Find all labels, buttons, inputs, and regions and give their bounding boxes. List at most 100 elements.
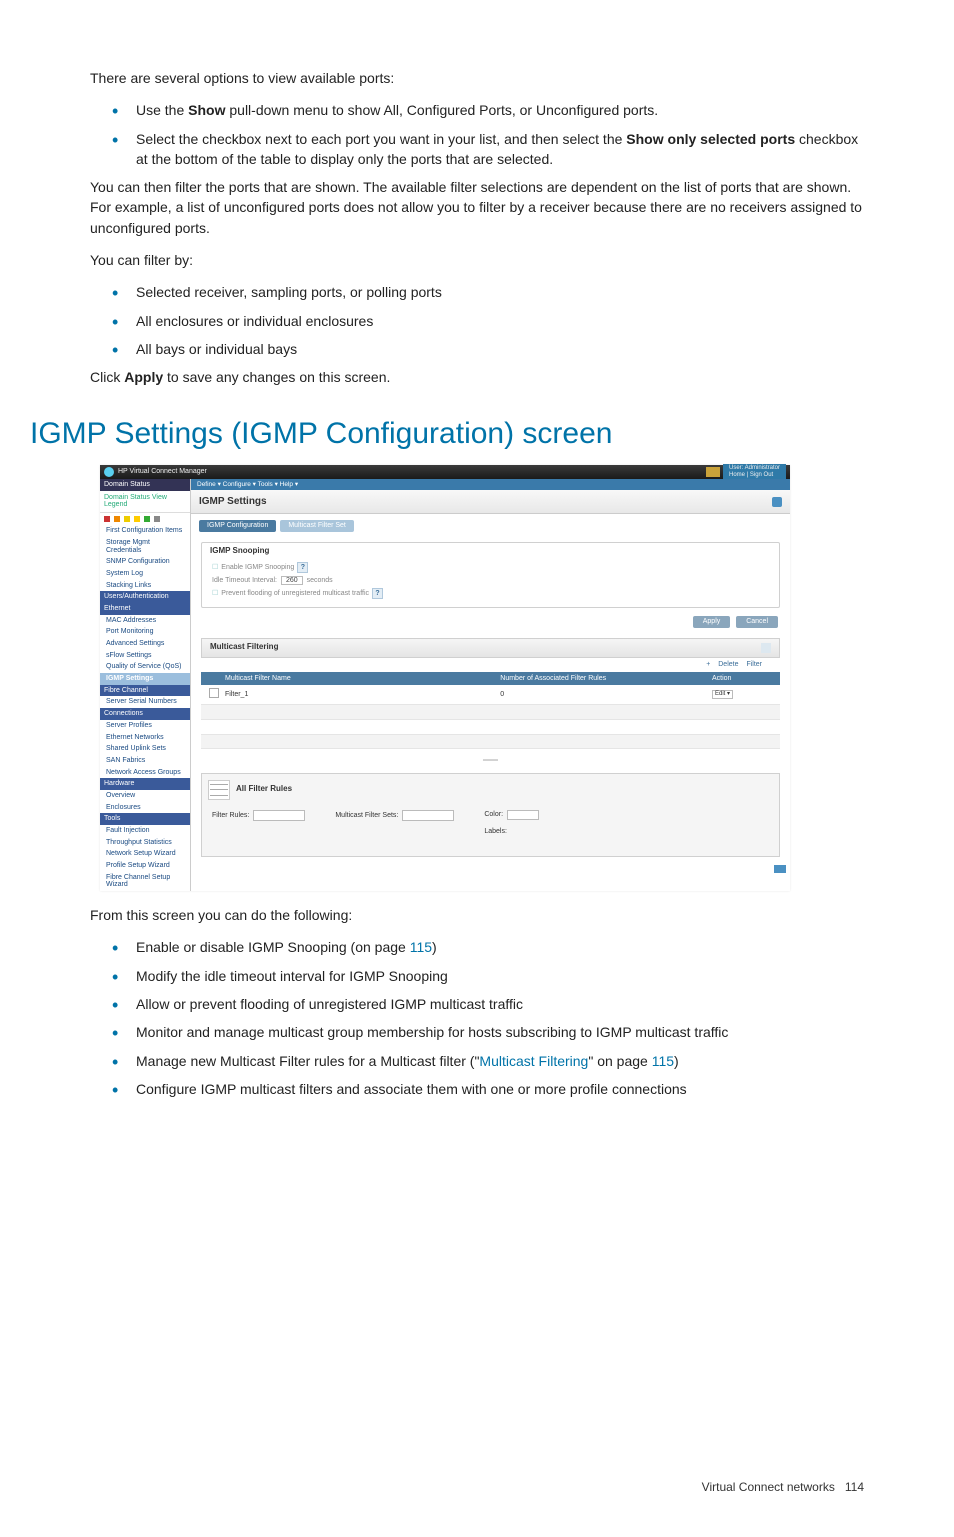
sidebar-item[interactable]: Ethernet Networks [100,732,190,744]
intro-paragraph-2: You can then filter the ports that are s… [90,177,864,238]
table-row[interactable]: Filter_1 0 Edit ▾ [201,685,780,705]
list-item: Select the checkbox next to each port yo… [130,129,864,170]
tabs: IGMP Configuration Multicast Filter Set [191,514,790,538]
cancel-button[interactable]: Cancel [736,616,778,628]
page-link[interactable]: 115 [652,1053,674,1069]
minor-icon [124,516,130,522]
sidebar-item[interactable]: Advanced Settings [100,638,190,650]
filter-bullets: Selected receiver, sampling ports, or po… [90,282,864,359]
sidebar-domain-status-row[interactable]: Domain Status View Legend [100,491,190,513]
sidebar-item[interactable]: Fault Injection [100,825,190,837]
apply-button[interactable]: Apply [693,616,731,628]
multicast-filter-sets-box [402,810,454,821]
list-item: Use the Show pull-down menu to show All,… [130,100,864,120]
sidebar-item[interactable]: Enclosures [100,802,190,814]
idle-timeout-input[interactable]: 260 [281,576,303,586]
sidebar: Domain Status Domain Status View Legend … [100,479,191,891]
major-icon [114,516,120,522]
tab-multicast-filter-set[interactable]: Multicast Filter Set [280,520,354,532]
table-row [201,735,780,750]
warning-icon [134,516,140,522]
sidebar-item[interactable]: Overview [100,790,190,802]
sidebar-item[interactable]: Profile Setup Wizard [100,860,190,872]
igmp-snooping-panel: IGMP Snooping Enable IGMP Snooping? Idle… [201,542,780,608]
info-icon[interactable]: ? [297,562,308,573]
page-title: IGMP Settings [191,490,790,514]
sidebar-item[interactable]: Server Profiles [100,720,190,732]
sidebar-item[interactable]: Shared Uplink Sets [100,743,190,755]
sidebar-item[interactable]: SAN Fabrics [100,755,190,767]
row-checkbox[interactable] [209,688,219,698]
collapse-icon[interactable] [761,643,771,653]
igmp-settings-screenshot: HP Virtual Connect Manager User: Adminis… [100,465,790,891]
splitter-handle[interactable]: ═══ [191,755,790,767]
mf-toolbar: + Delete Filter [201,658,780,672]
multicast-filtering-title: Multicast Filtering [210,643,278,653]
delete-button[interactable]: Delete [718,661,738,668]
multicast-filter-sets-label: Multicast Filter Sets: [335,812,398,820]
sidebar-item[interactable]: Throughput Statistics [100,837,190,849]
sidebar-item[interactable]: System Log [100,568,190,580]
list-item: Allow or prevent flooding of unregistere… [130,994,864,1014]
app-titlebar: HP Virtual Connect Manager User: Adminis… [100,465,790,479]
help-icon[interactable] [772,497,782,507]
all-filter-rules-panel: All Filter Rules Filter Rules: Multicast… [201,773,780,857]
sidebar-users-auth: Users/Authentication [100,591,190,603]
sidebar-first-config: First Configuration Items [100,525,190,537]
prevent-flooding-checkbox[interactable] [212,590,221,597]
list-item: All bays or individual bays [130,339,864,359]
list-item: Modify the idle timeout interval for IGM… [130,966,864,986]
page-link[interactable]: 115 [410,939,432,955]
intro-paragraph-1: There are several options to view availa… [90,68,864,88]
row-action-select[interactable]: Edit ▾ [712,690,733,699]
sidebar-item[interactable]: Network Access Groups [100,767,190,779]
sidebar-item[interactable]: Port Monitoring [100,626,190,638]
grip-icon [208,780,230,800]
sidebar-item[interactable]: SNMP Configuration [100,556,190,568]
list-item: Manage new Multicast Filter rules for a … [130,1051,864,1071]
menubar[interactable]: Define ▾ Configure ▾ Tools ▾ Help ▾ [191,479,790,490]
corner-flag-icon [774,865,786,873]
critical-icon [104,516,110,522]
sidebar-item-igmp[interactable]: IGMP Settings [100,673,190,685]
sidebar-item[interactable]: sFlow Settings [100,650,190,662]
sidebar-fibre: Fibre Channel [100,685,190,697]
sidebar-domain-status-hdr: Domain Status [100,479,190,491]
sidebar-connections: Connections [100,708,190,720]
list-item: Enable or disable IGMP Snooping (on page… [130,937,864,957]
add-button[interactable]: + [706,661,710,668]
color-select[interactable] [507,810,539,820]
sidebar-item[interactable]: MAC Addresses [100,615,190,627]
alert-icon [706,467,720,477]
sidebar-item[interactable]: Fibre Channel Setup Wizard [100,872,190,891]
tab-igmp-config[interactable]: IGMP Configuration [199,520,276,532]
sidebar-item[interactable]: Network Setup Wizard [100,848,190,860]
page-link[interactable]: Multicast Filtering [479,1053,588,1069]
sidebar-item[interactable]: Storage Mgmt Credentials [100,537,190,556]
sidebar-item[interactable]: Quality of Service (QoS) [100,661,190,673]
ok-icon [144,516,150,522]
mf-table-header: Multicast Filter Name Number of Associat… [201,672,780,686]
page-footer: Virtual Connect networks 114 [90,1479,864,1496]
list-item: All enclosures or individual enclosures [130,311,864,331]
sidebar-status-icons [100,513,190,525]
unknown-icon [154,516,160,522]
click-apply-paragraph: Click Apply to save any changes on this … [90,367,864,387]
section-title: IGMP Settings (IGMP Configuration) scree… [30,412,864,456]
all-filter-rules-title: All Filter Rules [236,785,292,794]
enable-snooping-checkbox[interactable] [212,564,221,571]
list-item: Configure IGMP multicast filters and ass… [130,1079,864,1099]
filter-button[interactable]: Filter [746,661,762,668]
user-info: User: AdministratorHome | Sign Out [723,464,786,479]
info-icon[interactable]: ? [372,588,383,599]
labels-label: Labels: [484,828,507,836]
sidebar-item[interactable]: Server Serial Numbers [100,696,190,708]
idle-timeout-label: Idle Timeout Interval: [212,577,277,584]
sidebar-item[interactable]: Stacking Links [100,580,190,592]
table-row [201,720,780,735]
table-row [201,705,780,720]
list-item: Selected receiver, sampling ports, or po… [130,282,864,302]
hp-logo-icon [104,467,114,477]
sidebar-tools: Tools [100,813,190,825]
color-label: Color: [484,811,503,819]
